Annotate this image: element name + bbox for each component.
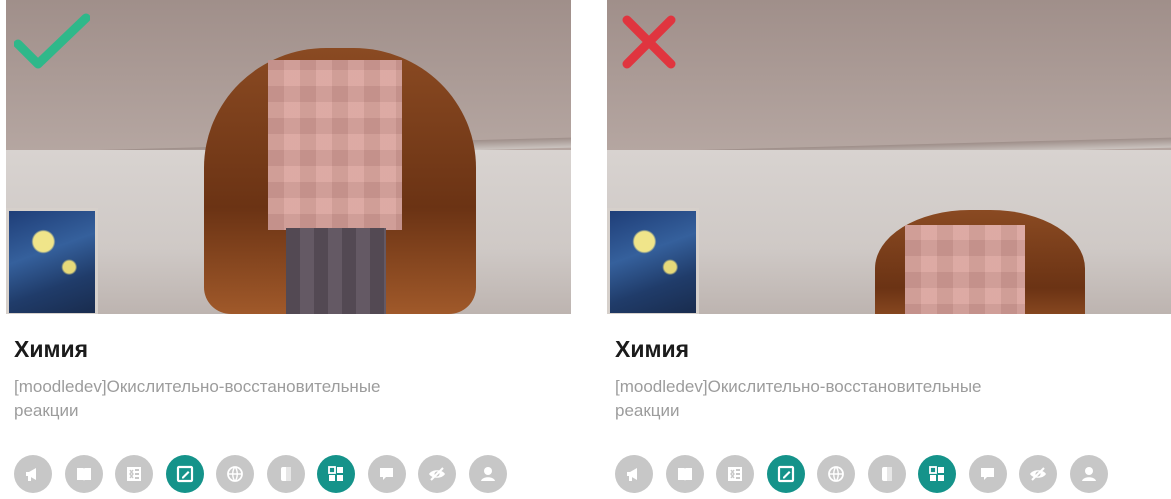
edit-icon[interactable] [165, 455, 204, 493]
painting-image [607, 208, 699, 314]
pixelated-face [905, 225, 1025, 314]
edit-icon[interactable] [766, 455, 805, 493]
spreadsheet-icon[interactable] [716, 455, 754, 493]
chat-icon[interactable] [968, 455, 1007, 493]
globe-icon[interactable] [817, 455, 855, 493]
megaphone-icon[interactable] [14, 455, 52, 493]
globe-icon[interactable] [216, 455, 254, 493]
chat-icon[interactable] [367, 455, 406, 493]
webcam-snapshot [6, 0, 571, 314]
course-title: Химия [14, 336, 89, 362]
cross-icon [622, 15, 676, 69]
activity-icons [14, 455, 507, 493]
grid-icon[interactable] [317, 455, 355, 493]
book-icon[interactable] [665, 455, 704, 493]
document-icon[interactable] [867, 455, 906, 493]
course-card-accepted[interactable]: Химия [moodledev]Окислительно-восстанови… [6, 0, 571, 499]
book-icon[interactable] [64, 455, 103, 493]
painting-image [6, 208, 98, 314]
webcam-snapshot [607, 0, 1171, 314]
course-title: Химия [615, 336, 690, 362]
user-icon[interactable] [468, 455, 507, 493]
course-card-rejected[interactable]: Химия [moodledev]Окислительно-восстанови… [607, 0, 1171, 499]
eye-slash-icon[interactable] [418, 455, 456, 493]
checkmark-icon [14, 13, 90, 69]
eye-slash-icon[interactable] [1019, 455, 1057, 493]
document-icon[interactable] [266, 455, 305, 493]
pixelated-face [268, 60, 402, 230]
spreadsheet-icon[interactable] [115, 455, 153, 493]
activity-icons [615, 455, 1108, 493]
megaphone-icon[interactable] [615, 455, 653, 493]
grid-icon[interactable] [918, 455, 956, 493]
course-subtitle: [moodledev]Окислительно-восстановительны… [615, 377, 982, 420]
course-subtitle: [moodledev]Окислительно-восстановительны… [14, 377, 381, 420]
user-icon[interactable] [1069, 455, 1108, 493]
